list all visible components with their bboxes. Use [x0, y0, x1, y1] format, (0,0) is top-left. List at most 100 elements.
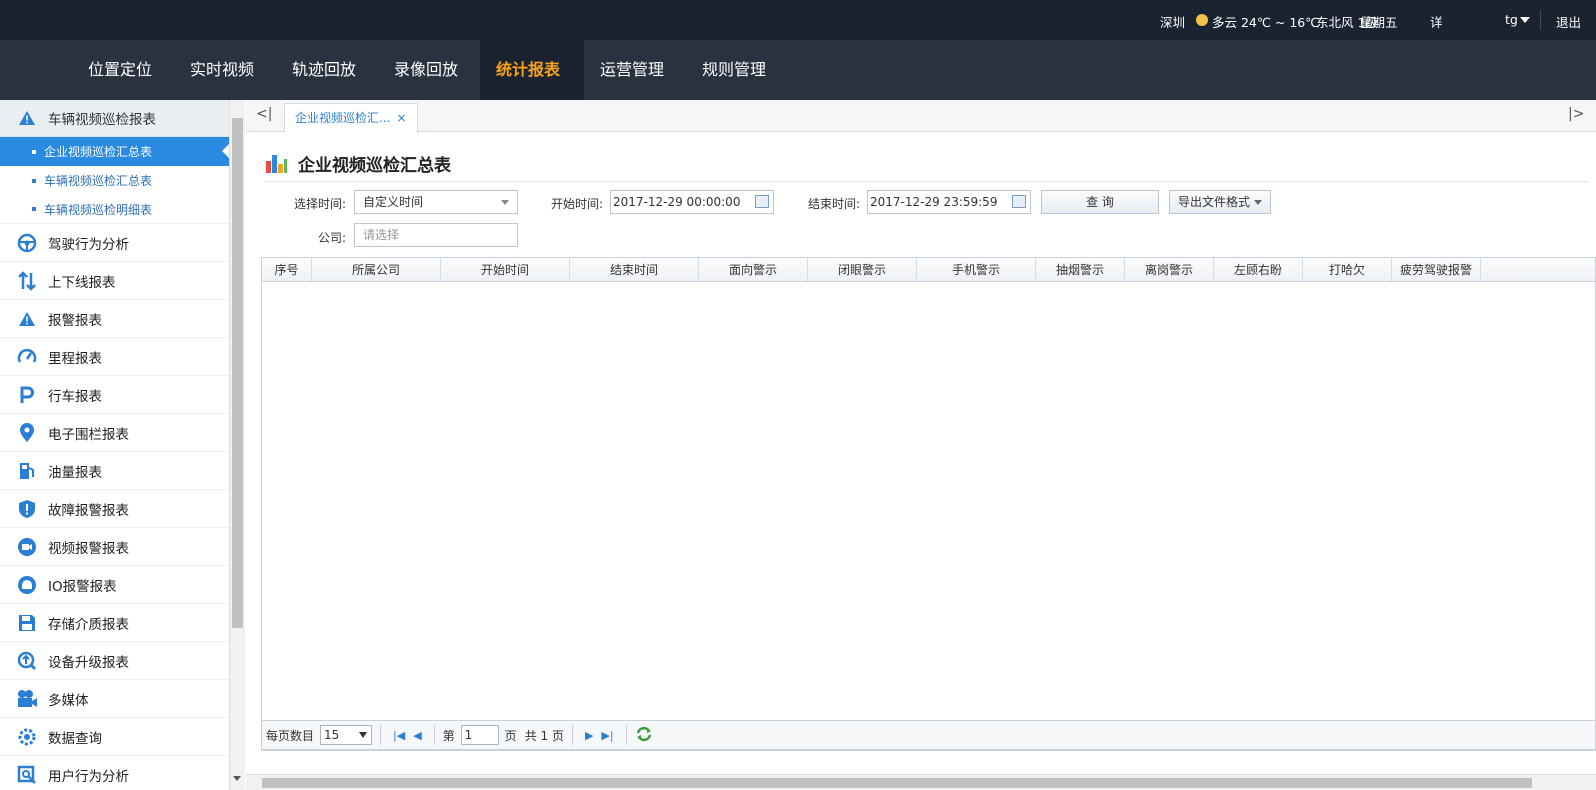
tab-scroll-right-button[interactable]: |>	[1568, 106, 1584, 122]
time-select-value: 自定义时间	[363, 195, 424, 209]
column-header[interactable]: 打哈欠	[1303, 258, 1392, 281]
column-header[interactable]: 闭眼警示	[808, 258, 917, 281]
nav-operations[interactable]: 运营管理	[584, 40, 680, 100]
sidebar-item-user-behavior[interactable]: 用户行为分析	[0, 756, 229, 790]
column-header[interactable]: 疲劳驾驶报警	[1392, 258, 1481, 281]
warning-icon	[16, 110, 38, 126]
per-page-value: 15	[324, 728, 340, 742]
sidebar: 车辆视频巡检报表 企业视频巡检汇总表 车辆视频巡检汇总表 车辆视频巡检明细表 驾…	[0, 100, 229, 790]
column-header[interactable]: 面向警示	[699, 258, 808, 281]
nav-recording-playback[interactable]: 录像回放	[378, 40, 474, 100]
export-format-button[interactable]: 导出文件格式	[1169, 190, 1271, 214]
tab-company-summary[interactable]: 企业视频巡检汇... ×	[284, 103, 418, 133]
sidebar-item-mileage[interactable]: 里程报表	[0, 338, 229, 376]
sidebar-sub-label: 车辆视频巡检明细表	[44, 202, 153, 217]
nav-track-playback[interactable]: 轨迹回放	[276, 40, 372, 100]
divider	[380, 725, 382, 745]
sidebar-item-storage[interactable]: 存储介质报表	[0, 604, 229, 642]
time-select-label: 选择时间:	[294, 197, 347, 211]
end-time-input[interactable]: 2017-12-29 23:59:59	[867, 190, 1031, 214]
sidebar-item-data-query[interactable]: 数据查询	[0, 718, 229, 756]
sidebar-item-fault-alarm[interactable]: 故障报警报表	[0, 490, 229, 528]
prev-page-icon[interactable]: ◀	[413, 729, 421, 742]
main-nav: 位置定位 实时视频 轨迹回放 录像回放 统计报表 运营管理 规则管理	[0, 40, 1596, 100]
page-prefix: 第	[442, 728, 455, 743]
column-header[interactable]: 左顾右盼	[1214, 258, 1303, 281]
nav-rules[interactable]: 规则管理	[686, 40, 782, 100]
scrollbar-thumb[interactable]	[232, 118, 243, 628]
sidebar-item-fuel[interactable]: 油量报表	[0, 452, 229, 490]
nav-statistics-report[interactable]: 统计报表	[480, 40, 584, 100]
upgrade-icon	[16, 650, 38, 672]
company-select[interactable]: 请选择	[354, 223, 518, 247]
tab-label: 企业视频巡检汇...	[295, 111, 391, 125]
calendar-icon[interactable]	[1012, 195, 1026, 208]
sidebar-item-alarm[interactable]: 报警报表	[0, 300, 229, 338]
per-page-select[interactable]: 15	[320, 725, 373, 745]
pagination-bar: 每页数目 15 |◀ ◀ 第 1 页 共 1 页 ▶ ▶|	[261, 720, 1596, 750]
start-time-input[interactable]: 2017-12-29 00:00:00	[610, 190, 774, 214]
sidebar-item-label: 电子围栏报表	[48, 426, 129, 443]
data-grid: 序号 所属公司 开始时间 结束时间 面向警示 闭眼警示 手机警示 抽烟警示 离岗…	[261, 257, 1596, 751]
page-number-input[interactable]: 1	[460, 725, 499, 745]
sidebar-group-video-inspection[interactable]: 车辆视频巡检报表	[0, 100, 229, 137]
video-camera-icon	[16, 536, 38, 558]
end-time-label: 结束时间:	[808, 197, 861, 211]
query-button[interactable]: 查 询	[1041, 190, 1159, 214]
divider	[571, 725, 573, 745]
column-header[interactable]: 序号	[262, 258, 312, 281]
column-header[interactable]: 手机警示	[917, 258, 1036, 281]
sidebar-item-driving-behavior[interactable]: 驾驶行为分析	[0, 224, 229, 262]
sidebar-sub-vehicle-summary[interactable]: 车辆视频巡检汇总表	[0, 166, 229, 195]
sidebar-item-video-alarm[interactable]: 视频报警报表	[0, 528, 229, 566]
sidebar-sub-company-summary[interactable]: 企业视频巡检汇总表	[0, 137, 229, 166]
sidebar-item-geofence[interactable]: 电子围栏报表	[0, 414, 229, 452]
sidebar-item-label: 数据查询	[48, 730, 102, 747]
floppy-disk-icon	[16, 612, 38, 634]
first-page-icon[interactable]: |◀	[393, 729, 405, 742]
nav-realtime-video[interactable]: 实时视频	[174, 40, 270, 100]
bullet-icon	[32, 149, 36, 154]
parking-p-icon	[16, 384, 38, 406]
sidebar-item-label: 设备升级报表	[48, 654, 129, 671]
column-header[interactable]: 所属公司	[312, 258, 441, 281]
sidebar-item-device-upgrade[interactable]: 设备升级报表	[0, 642, 229, 680]
nav-location[interactable]: 位置定位	[72, 40, 168, 100]
sidebar-item-driving[interactable]: 行车报表	[0, 376, 229, 414]
sidebar-item-online-offline[interactable]: 上下线报表	[0, 262, 229, 300]
sidebar-item-multimedia[interactable]: 多媒体	[0, 680, 229, 718]
column-header[interactable]: 离岗警示	[1125, 258, 1214, 281]
logout-button[interactable]: 退出	[1556, 12, 1581, 31]
scroll-down-icon[interactable]	[233, 776, 241, 781]
bar-chart-icon	[266, 154, 287, 173]
column-header[interactable]: 抽烟警示	[1036, 258, 1125, 281]
start-time-value: 2017-12-29 00:00:00	[613, 195, 741, 209]
divider	[625, 725, 627, 745]
location-pin-icon	[16, 422, 38, 444]
page-header: 企业视频巡检汇总表	[266, 151, 451, 176]
column-header[interactable]: 开始时间	[441, 258, 570, 281]
sidebar-item-label: 存储介质报表	[48, 616, 129, 633]
user-menu[interactable]: tg	[1505, 12, 1518, 27]
weather-details-link[interactable]: 详	[1430, 12, 1443, 31]
refresh-icon[interactable]	[635, 726, 653, 745]
company-label: 公司:	[318, 231, 347, 245]
sidebar-sub-label: 车辆视频巡检汇总表	[44, 174, 153, 188]
close-icon[interactable]: ×	[396, 111, 406, 125]
tab-scroll-left-button[interactable]: <|	[256, 106, 272, 122]
chevron-down-icon[interactable]	[1520, 17, 1530, 23]
scrollbar-thumb[interactable]	[262, 778, 1532, 788]
calendar-icon[interactable]	[755, 195, 769, 208]
steering-wheel-icon	[16, 232, 38, 254]
sidebar-sub-vehicle-detail[interactable]: 车辆视频巡检明细表	[0, 195, 229, 224]
sidebar-scrollbar[interactable]	[229, 100, 245, 790]
last-page-icon[interactable]: ▶|	[601, 729, 613, 742]
bullet-icon	[32, 207, 36, 211]
bullet-icon	[32, 178, 36, 183]
sidebar-item-io-alarm[interactable]: IO报警报表	[0, 566, 229, 604]
horizontal-scrollbar[interactable]	[246, 774, 1596, 790]
next-page-icon[interactable]: ▶	[585, 729, 593, 742]
column-header[interactable]: 结束时间	[570, 258, 699, 281]
divider	[1540, 10, 1541, 30]
time-select[interactable]: 自定义时间	[354, 190, 518, 214]
